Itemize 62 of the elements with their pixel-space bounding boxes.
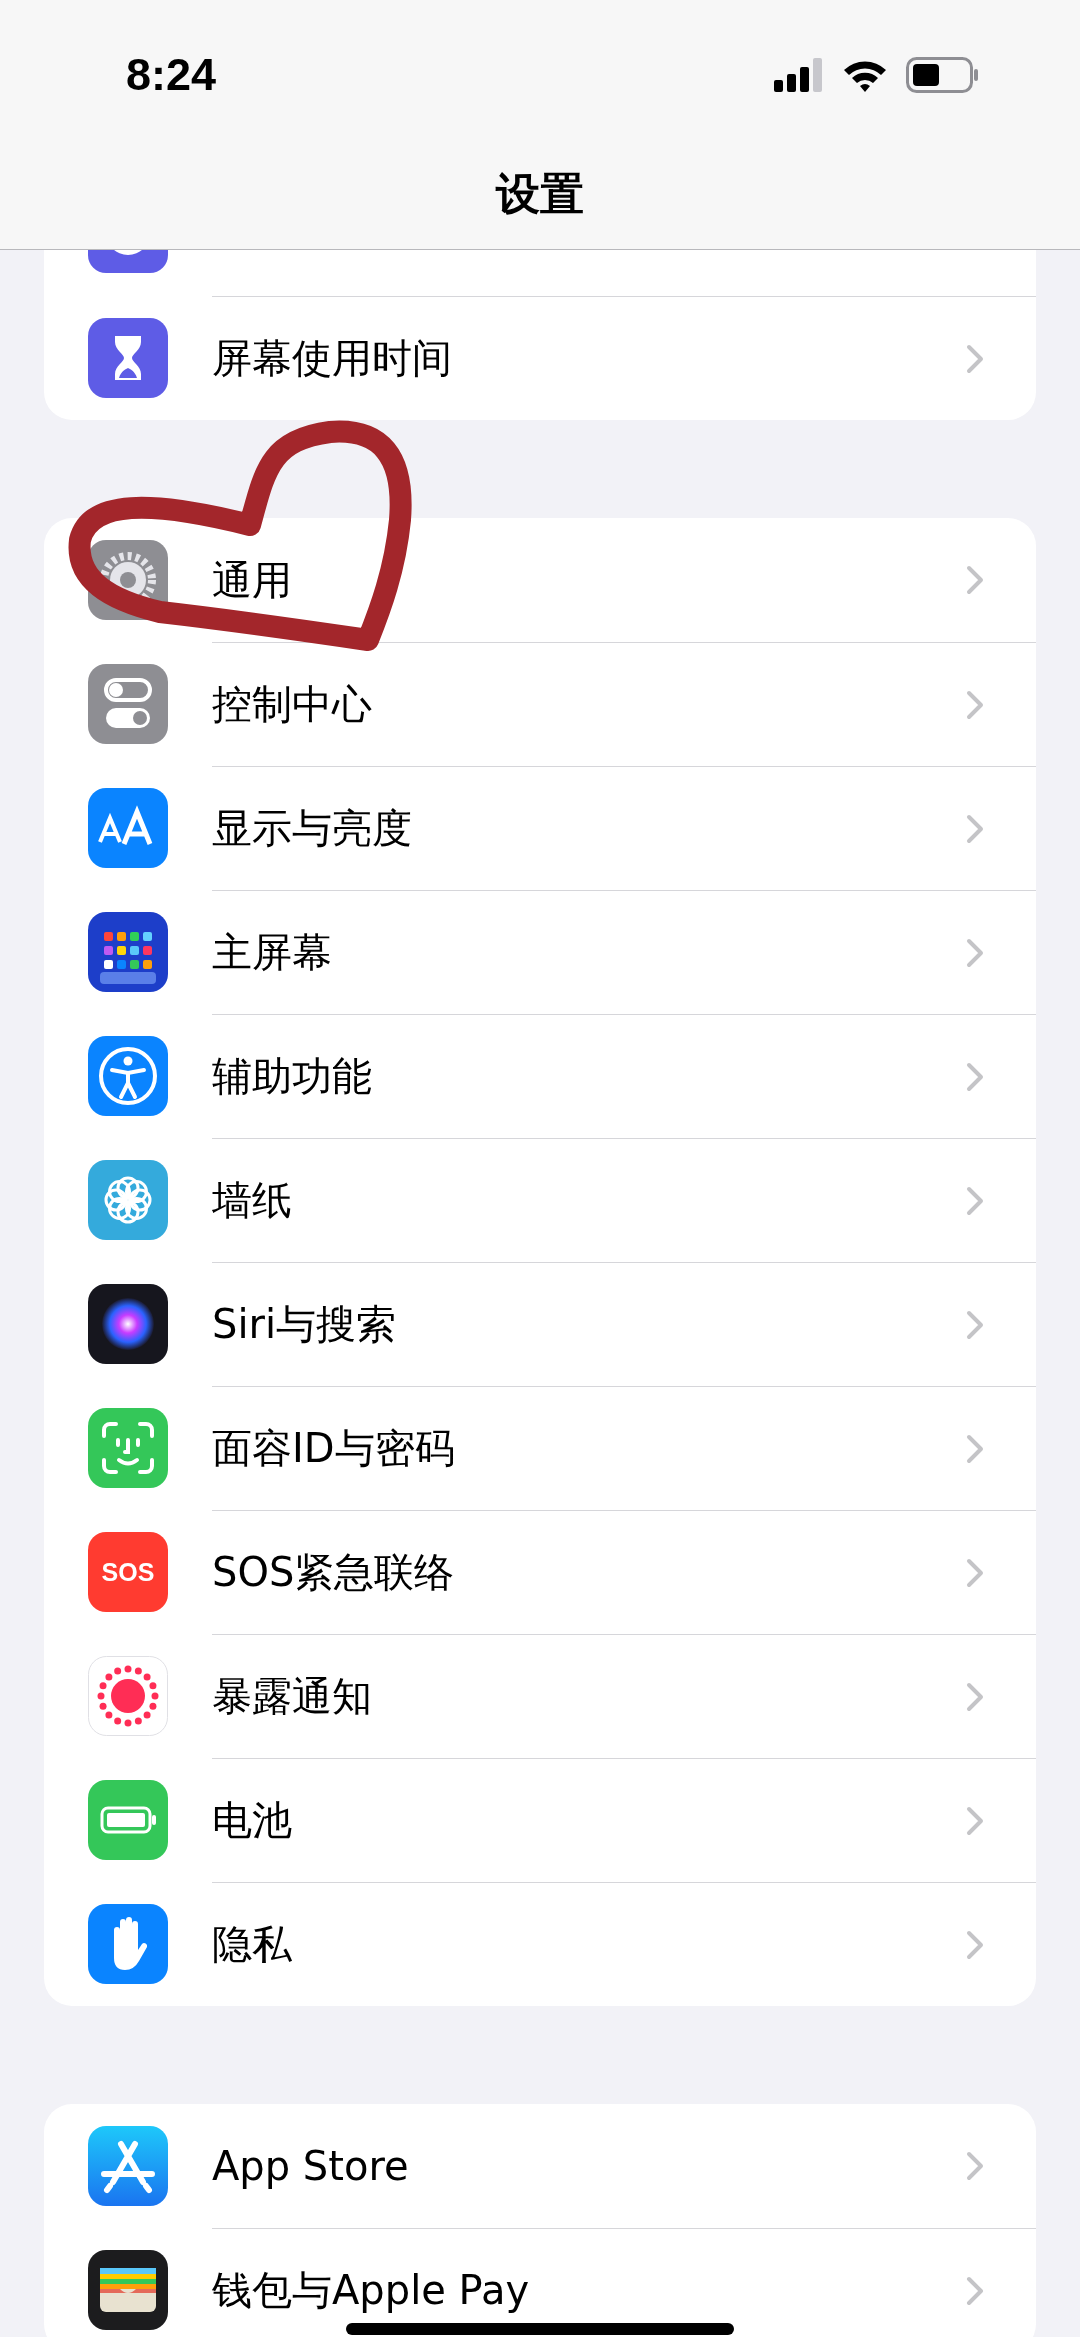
chevron-icon <box>966 1805 984 1836</box>
row-label: 主屏幕 <box>212 928 332 977</box>
row-label: 通用 <box>212 555 292 605</box>
row-label: 面容ID与密码 <box>212 1424 455 1473</box>
text-size-icon <box>88 788 168 868</box>
settings-row[interactable]: 主屏幕 <box>44 890 1036 1014</box>
settings-row[interactable]: 辅助功能 <box>44 1014 1036 1138</box>
settings-row[interactable]: 显示与亮度 <box>44 766 1036 890</box>
settings-row[interactable]: 控制中心 <box>44 642 1036 766</box>
chevron-icon <box>966 1061 984 1092</box>
row-label: 辅助功能 <box>212 1052 372 1101</box>
settings-row[interactable]: App Store <box>44 2104 1036 2228</box>
chevron-icon <box>966 2275 984 2306</box>
row-label: 暴露通知 <box>212 1672 372 1721</box>
settings-row[interactable]: Siri与搜索 <box>44 1262 1036 1386</box>
settings-row[interactable]: SOS SOS紧急联络 <box>44 1510 1036 1634</box>
settings-row[interactable]: 暴露通知 <box>44 1634 1036 1758</box>
exposure-icon <box>88 1656 168 1736</box>
chevron-icon <box>966 1185 984 1216</box>
sos-icon: SOS <box>88 1532 168 1612</box>
chevron-icon <box>966 1433 984 1464</box>
row-label: App Store <box>212 2143 409 2189</box>
hand-icon <box>88 1904 168 1984</box>
accessibility-icon <box>88 1036 168 1116</box>
row-label: 显示与亮度 <box>212 804 412 853</box>
row-label: SOS紧急联络 <box>212 1548 455 1597</box>
settings-row[interactable]: 隐私 <box>44 1882 1036 2006</box>
row-label: 控制中心 <box>212 680 372 729</box>
settings-row[interactable]: 电池 <box>44 1758 1036 1882</box>
siri-icon <box>88 1284 168 1364</box>
chevron-icon <box>966 689 984 720</box>
settings-row[interactable]: 面容ID与密码 <box>44 1386 1036 1510</box>
row-label: 墙纸 <box>212 1176 292 1225</box>
chevron-icon <box>966 1929 984 1960</box>
row-label: 钱包与Apple Pay <box>212 2266 530 2315</box>
signal-icon <box>774 58 824 92</box>
toggles-icon <box>88 664 168 744</box>
chevron-icon <box>966 1557 984 1588</box>
chevron-icon <box>966 813 984 844</box>
home-screen-icon <box>88 912 168 992</box>
battery-icon <box>88 1780 168 1860</box>
flower-icon <box>88 1160 168 1240</box>
status-time: 8:24 <box>126 49 217 101</box>
settings-row[interactable]: 通用 <box>44 518 1036 642</box>
chevron-icon <box>966 565 984 595</box>
row-label: 电池 <box>212 1796 292 1845</box>
chevron-icon <box>966 2151 984 2181</box>
row-label: 隐私 <box>212 1920 292 1969</box>
wifi-icon <box>842 58 888 92</box>
chevron-icon <box>966 343 984 374</box>
settings-row[interactable]: 墙纸 <box>44 1138 1036 1262</box>
hourglass-icon <box>88 318 168 398</box>
wallet-icon <box>88 2250 168 2330</box>
page-title: 设置 <box>496 167 584 221</box>
chevron-icon <box>966 1309 984 1340</box>
face-id-icon <box>88 1408 168 1488</box>
chevron-icon <box>966 1681 984 1712</box>
row-label: 屏幕使用时间 <box>212 334 452 383</box>
chevron-icon <box>966 937 984 968</box>
row-label: Siri与搜索 <box>212 1300 397 1349</box>
battery-status-icon <box>906 57 980 93</box>
app-store-icon <box>88 2126 168 2206</box>
